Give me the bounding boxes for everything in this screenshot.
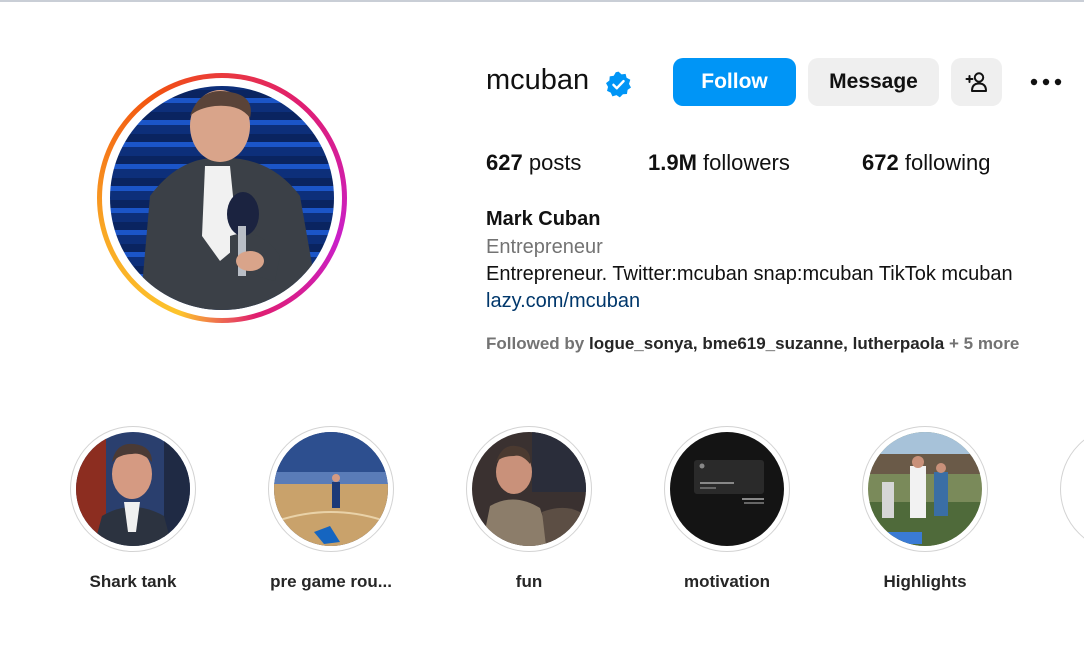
followed-by-prefix: Followed by: [486, 334, 585, 353]
profile-avatar[interactable]: [110, 86, 334, 310]
followed-by[interactable]: Followed by logue_sonya, bme619_suzanne,…: [486, 334, 1019, 354]
followed-by-user[interactable]: lutherpaola: [853, 334, 945, 353]
highlight-motivation[interactable]: [664, 426, 790, 552]
highlight-cover: [472, 432, 586, 546]
followed-by-user[interactable]: logue_sonya: [589, 334, 693, 353]
profile-bio: Entrepreneur. Twitter:mcuban snap:mcuban…: [486, 263, 1013, 285]
following-count: 672: [862, 150, 899, 175]
posts-count: 627: [486, 150, 523, 175]
highlight-highlights[interactable]: [862, 426, 988, 552]
highlight-shark-tank[interactable]: [70, 426, 196, 552]
following-stat[interactable]: 672 following: [862, 150, 990, 176]
highlight-cover: [868, 432, 982, 546]
highlight-cover: [670, 432, 784, 546]
highlight-label: motivation: [684, 572, 770, 591]
add-user-icon: [965, 72, 987, 92]
followed-by-user[interactable]: bme619_suzanne: [702, 334, 843, 353]
highlight-cover: [76, 432, 190, 546]
highlight-pre-game[interactable]: [268, 426, 394, 552]
profile-category: Entrepreneur: [486, 236, 603, 258]
posts-label: posts: [528, 150, 582, 175]
highlight-fun[interactable]: [466, 426, 592, 552]
followers-stat[interactable]: 1.9M followers: [648, 150, 790, 176]
window-top-border: [0, 0, 1084, 2]
profile-full-name: Mark Cuban: [486, 208, 601, 230]
highlight-partial[interactable]: [1060, 426, 1084, 552]
following-label: following: [904, 150, 991, 175]
avatar-photo-illustration: [140, 90, 320, 310]
more-options-icon[interactable]: [1028, 72, 1064, 92]
highlight-label: Shark tank: [89, 572, 177, 591]
verified-badge-icon: [606, 71, 631, 98]
highlight-label: fun: [515, 572, 543, 591]
highlight-label: Highlights: [883, 572, 967, 591]
highlight-cover: [274, 432, 388, 546]
profile-avatar-story-ring[interactable]: [97, 73, 347, 323]
followers-count: 1.9M: [648, 150, 697, 175]
follow-button[interactable]: Follow: [673, 58, 796, 106]
suggested-accounts-button[interactable]: [951, 58, 1002, 106]
profile-link[interactable]: lazy.com/mcuban: [486, 290, 640, 313]
followed-by-more[interactable]: + 5 more: [949, 334, 1019, 353]
followers-label: followers: [703, 150, 790, 175]
highlight-label: pre game rou...: [270, 572, 392, 591]
message-button[interactable]: Message: [808, 58, 939, 106]
profile-username: mcuban: [486, 64, 590, 96]
posts-stat: 627 posts: [486, 150, 581, 176]
